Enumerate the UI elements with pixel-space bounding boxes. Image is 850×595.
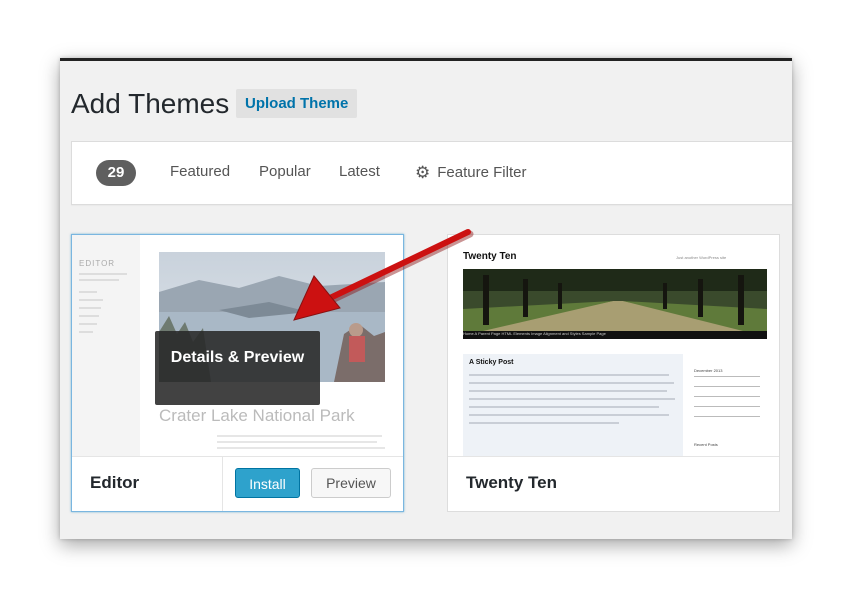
annotation-arrow	[293, 229, 474, 321]
arrow-shaft	[327, 229, 471, 301]
